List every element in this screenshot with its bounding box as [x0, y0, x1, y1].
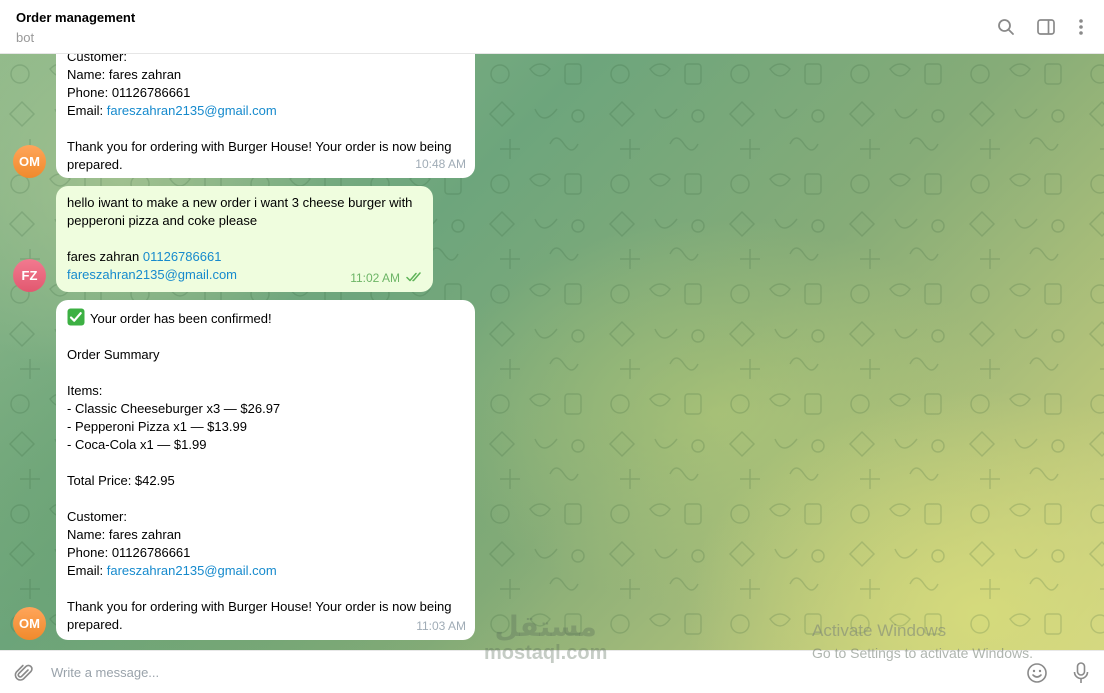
message-input[interactable]: Write a message... [51, 665, 159, 680]
search-icon[interactable] [994, 15, 1018, 39]
message-text: Phone: 01126786661 [67, 85, 191, 100]
message-email-line: Email: fareszahran2135@gmail.com [67, 563, 277, 578]
order-item: - Pepperoni Pizza x1 — $13.99 [67, 419, 247, 434]
message-text: Customer: [67, 509, 127, 524]
more-vertical-icon[interactable] [1069, 15, 1093, 39]
chat-title[interactable]: Order management [16, 10, 135, 25]
message-text: Name: fares zahran [67, 527, 182, 542]
message-text: prepared. [67, 157, 123, 172]
message-time: 10:48 AM [415, 157, 466, 171]
message-text: Thank you for ordering with Burger House… [67, 599, 452, 614]
mostaql-logo-arabic: مستقل [494, 611, 597, 642]
message-meta: 11:02 AM [350, 269, 424, 287]
message-text: Items: [67, 383, 103, 398]
message-text: prepared. [67, 617, 123, 632]
microphone-icon[interactable] [1069, 661, 1093, 685]
order-item: - Classic Cheeseburger x3 — $26.97 [67, 401, 281, 416]
message-meta: 11:03 AM [416, 617, 466, 635]
order-item: - Coca-Cola x1 — $1.99 [67, 437, 207, 452]
email-link[interactable]: fareszahran2135@gmail.com [67, 267, 237, 282]
order-total: Total Price: $42.95 [67, 473, 175, 488]
mostaql-watermark: مستقل mostaql.com [484, 611, 608, 665]
message-text: Name: fares zahran [67, 67, 182, 82]
message-contact-line: fares zahran 01126786661 [67, 249, 222, 264]
chat-subtitle: bot [16, 30, 35, 45]
message-text: Order Summary [67, 347, 160, 362]
emoji-icon[interactable] [1025, 661, 1049, 685]
message-meta: 10:48 AM [415, 155, 466, 173]
sidebar-toggle-icon[interactable] [1034, 15, 1058, 39]
chat-area[interactable]: Customer: Name: fares zahran Phone: 0112… [0, 54, 1104, 650]
message-bubble-incoming[interactable]: Your order has been confirmed! Order Sum… [56, 300, 475, 640]
message-text: pepperoni pizza and coke please [67, 213, 258, 228]
avatar[interactable]: FZ [13, 259, 46, 292]
message-confirm-line: Your order has been confirmed! [67, 308, 464, 328]
email-link[interactable]: fareszahran2135@gmail.com [107, 563, 277, 578]
message-email-line: Email: fareszahran2135@gmail.com [67, 103, 277, 118]
attach-icon[interactable] [12, 661, 36, 685]
avatar[interactable]: OM [13, 607, 46, 640]
check-mark-emoji-icon [67, 308, 85, 326]
chat-header: Order management bot [0, 0, 1104, 54]
message-time: 11:02 AM [350, 271, 400, 285]
message-text: Customer: [67, 54, 127, 64]
message-text: hello iwant to make a new order i want 3… [67, 195, 413, 210]
avatar[interactable]: OM [13, 145, 46, 178]
double-check-icon [406, 269, 424, 287]
message-bubble-outgoing[interactable]: hello iwant to make a new order i want 3… [56, 186, 433, 292]
mostaql-logo-text: mostaql.com [484, 642, 608, 664]
message-text: Thank you for ordering with Burger House… [67, 139, 452, 154]
message-text: Phone: 01126786661 [67, 545, 191, 560]
activate-windows-subtitle: Go to Settings to activate Windows. [812, 645, 1033, 661]
phone-link[interactable]: 01126786661 [143, 249, 222, 264]
message-bubble-incoming[interactable]: Customer: Name: fares zahran Phone: 0112… [56, 54, 475, 178]
message-time: 11:03 AM [416, 619, 466, 633]
activate-windows-title: Activate Windows [812, 621, 947, 640]
activate-windows-watermark: Activate Windows Go to Settings to activ… [812, 620, 1033, 664]
email-link[interactable]: fareszahran2135@gmail.com [107, 103, 277, 118]
